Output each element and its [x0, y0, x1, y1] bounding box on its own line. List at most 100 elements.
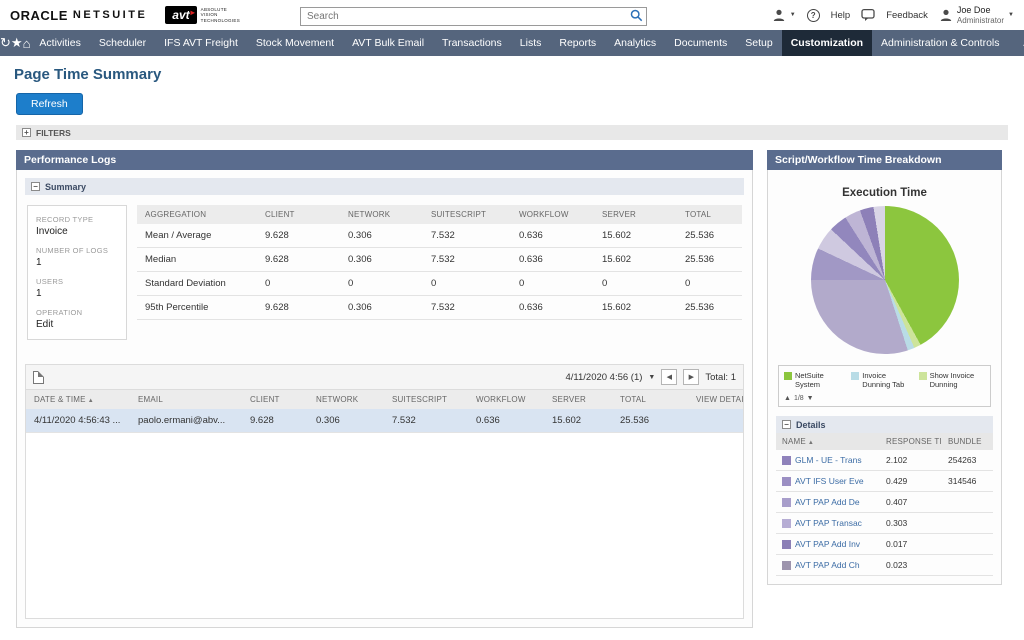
detail-row: AVT PAP Transac 0.303: [776, 513, 993, 534]
shortcuts-star-icon[interactable]: ★: [11, 30, 23, 56]
refresh-button[interactable]: Refresh: [16, 93, 83, 115]
page-selector[interactable]: 4/11/2020 4:56 (1): [565, 372, 642, 383]
prev-page-button[interactable]: ◀: [661, 369, 677, 385]
logs-toolbar: 4/11/2020 4:56 (1) ▼ ◀ ▶ Total: 1: [25, 364, 744, 389]
caret-down-icon[interactable]: ▼: [648, 374, 655, 381]
table-row: Mean / Average9.6280.3067.5320.63615.602…: [137, 224, 742, 248]
detail-row: AVT PAP Add De 0.407: [776, 492, 993, 513]
table-row: Median9.6280.3067.5320.63615.60225.536: [137, 248, 742, 272]
total-count: Total: 1: [705, 372, 736, 383]
table-row: Standard Deviation000000: [137, 272, 742, 296]
legend-prev-icon[interactable]: ▲: [784, 395, 791, 402]
history-icon[interactable]: ↻: [0, 30, 11, 56]
legend-page-indicator: 1/8: [794, 395, 804, 402]
chart-legend: NetSuite System Invoice Dunning Tab Show…: [778, 365, 991, 407]
execution-time-pie[interactable]: [811, 206, 959, 354]
main-nav: ↻ ★ ⌂ Activities Scheduler IFS AVT Freig…: [0, 30, 1024, 56]
details-table: NAME▲ RESPONSE TIME BUNDLE GLM - UE - Tr…: [776, 433, 993, 576]
table-row: 95th Percentile9.6280.3067.5320.63615.60…: [137, 296, 742, 320]
sort-asc-icon[interactable]: ▲: [808, 440, 814, 446]
nav-item-administration-controls[interactable]: Administration & Controls: [872, 30, 1008, 56]
user-avatar-icon: [939, 8, 953, 22]
log-row[interactable]: 4/11/2020 4:56:43 ... paolo.ermani@abv..…: [26, 409, 743, 433]
script-color-swatch: [782, 540, 791, 549]
feedback-icon[interactable]: [861, 8, 875, 22]
nav-item-ifs-avt-freight[interactable]: IFS AVT Freight: [155, 30, 247, 56]
user-role: Administrator: [957, 16, 1004, 25]
detail-row: AVT IFS User Eve 0.429 314546: [776, 471, 993, 492]
legend-item[interactable]: Show Invoice Dunning: [919, 371, 981, 389]
nav-item-documents[interactable]: Documents: [665, 30, 736, 56]
breakdown-header: Script/Workflow Time Breakdown: [767, 150, 1002, 170]
legend-item[interactable]: NetSuite System: [784, 371, 846, 389]
script-link[interactable]: AVT IFS User Eve: [795, 476, 864, 486]
nav-item-activities[interactable]: Activities: [30, 30, 89, 56]
nav-item-setup[interactable]: Setup: [736, 30, 781, 56]
script-link[interactable]: AVT PAP Add Inv: [795, 539, 860, 549]
users-field: USERS 1: [36, 277, 118, 299]
expand-icon: +: [22, 128, 31, 137]
performance-logs-header: Performance Logs: [16, 150, 753, 170]
nav-item-reports[interactable]: Reports: [550, 30, 605, 56]
avt-logo: avt▸ ABSOLUTE VISION TECHNOLOGIES: [165, 6, 240, 24]
nav-item-scheduler[interactable]: Scheduler: [90, 30, 155, 56]
next-page-button[interactable]: ▶: [683, 369, 699, 385]
aggregation-header-row: AGGREGATIONCLIENT NETWORKSUITESCRIPT WOR…: [137, 205, 742, 224]
detail-row: GLM - UE - Trans 2.102 254263: [776, 450, 993, 471]
script-color-swatch: [782, 477, 791, 486]
detail-row: AVT PAP Add Inv 0.017: [776, 534, 993, 555]
sort-asc-icon[interactable]: ▲: [88, 398, 94, 404]
aggregation-table: AGGREGATIONCLIENT NETWORKSUITESCRIPT WOR…: [137, 205, 742, 320]
feedback-link[interactable]: Feedback: [886, 10, 928, 21]
search-icon[interactable]: [630, 9, 643, 22]
filters-label: FILTERS: [36, 128, 71, 138]
script-link[interactable]: AVT PAP Add De: [795, 497, 860, 507]
legend-swatch: [851, 372, 859, 380]
script-link[interactable]: AVT PAP Transac: [795, 518, 862, 528]
nav-item-analytics[interactable]: Analytics: [605, 30, 665, 56]
help-icon[interactable]: ?: [807, 9, 820, 22]
details-section-header[interactable]: − Details: [776, 416, 993, 433]
script-color-swatch: [782, 561, 791, 570]
nav-item-customization[interactable]: Customization: [782, 30, 872, 56]
search-input[interactable]: [300, 7, 647, 26]
summary-section-header[interactable]: − Summary: [25, 178, 744, 195]
details-title: Details: [796, 420, 826, 430]
help-link[interactable]: Help: [831, 10, 851, 21]
nav-item-avt-bulk-email[interactable]: AVT Bulk Email: [343, 30, 433, 56]
collapse-icon: −: [31, 182, 40, 191]
caret-down-icon: ▼: [790, 12, 796, 18]
global-search: [300, 6, 647, 25]
logs-empty-area: [26, 433, 743, 618]
top-bar: ORACLE NETSUITE avt▸ ABSOLUTE VISION TEC…: [0, 0, 1024, 30]
logs-header-row: DATE & TIME▲ EMAIL CLIENT NETWORK SUITES…: [26, 390, 743, 409]
user-name: Joe Doe: [957, 5, 1004, 15]
document-icon[interactable]: [33, 371, 44, 384]
user-switch-icon[interactable]: ▼: [772, 8, 796, 22]
user-menu[interactable]: Joe Doe Administrator ▼: [939, 5, 1014, 25]
home-icon[interactable]: ⌂: [23, 30, 31, 56]
page-title: Page Time Summary: [0, 56, 1024, 87]
filters-bar[interactable]: + FILTERS: [16, 125, 1008, 140]
legend-pager: ▲ 1/8 ▼: [784, 395, 985, 402]
legend-swatch: [919, 372, 927, 380]
nav-item-stock-movement[interactable]: Stock Movement: [247, 30, 343, 56]
script-link[interactable]: AVT PAP Add Ch: [795, 560, 860, 570]
summary-title: Summary: [45, 182, 86, 192]
script-color-swatch: [782, 456, 791, 465]
details-header-row: NAME▲ RESPONSE TIME BUNDLE: [776, 433, 993, 450]
collapse-icon: −: [782, 420, 791, 429]
caret-down-icon: ▼: [1008, 12, 1014, 18]
legend-item[interactable]: Invoice Dunning Tab: [851, 371, 913, 389]
chart-title: Execution Time: [776, 187, 993, 199]
legend-next-icon[interactable]: ▼: [807, 395, 814, 402]
detail-row: AVT PAP Add Ch 0.023: [776, 555, 993, 576]
summary-info-box: RECORD TYPE Invoice NUMBER OF LOGS 1 USE…: [27, 205, 127, 340]
performance-logs-panel: Performance Logs − Summary RECORD TYPE I…: [16, 150, 753, 628]
script-link[interactable]: GLM - UE - Trans: [795, 455, 862, 465]
legend-swatch: [784, 372, 792, 380]
nav-item-transactions[interactable]: Transactions: [433, 30, 511, 56]
nav-item-lists[interactable]: Lists: [511, 30, 551, 56]
logs-table: DATE & TIME▲ EMAIL CLIENT NETWORK SUITES…: [26, 390, 743, 433]
nav-overflow-button[interactable]: ...: [1009, 30, 1024, 56]
